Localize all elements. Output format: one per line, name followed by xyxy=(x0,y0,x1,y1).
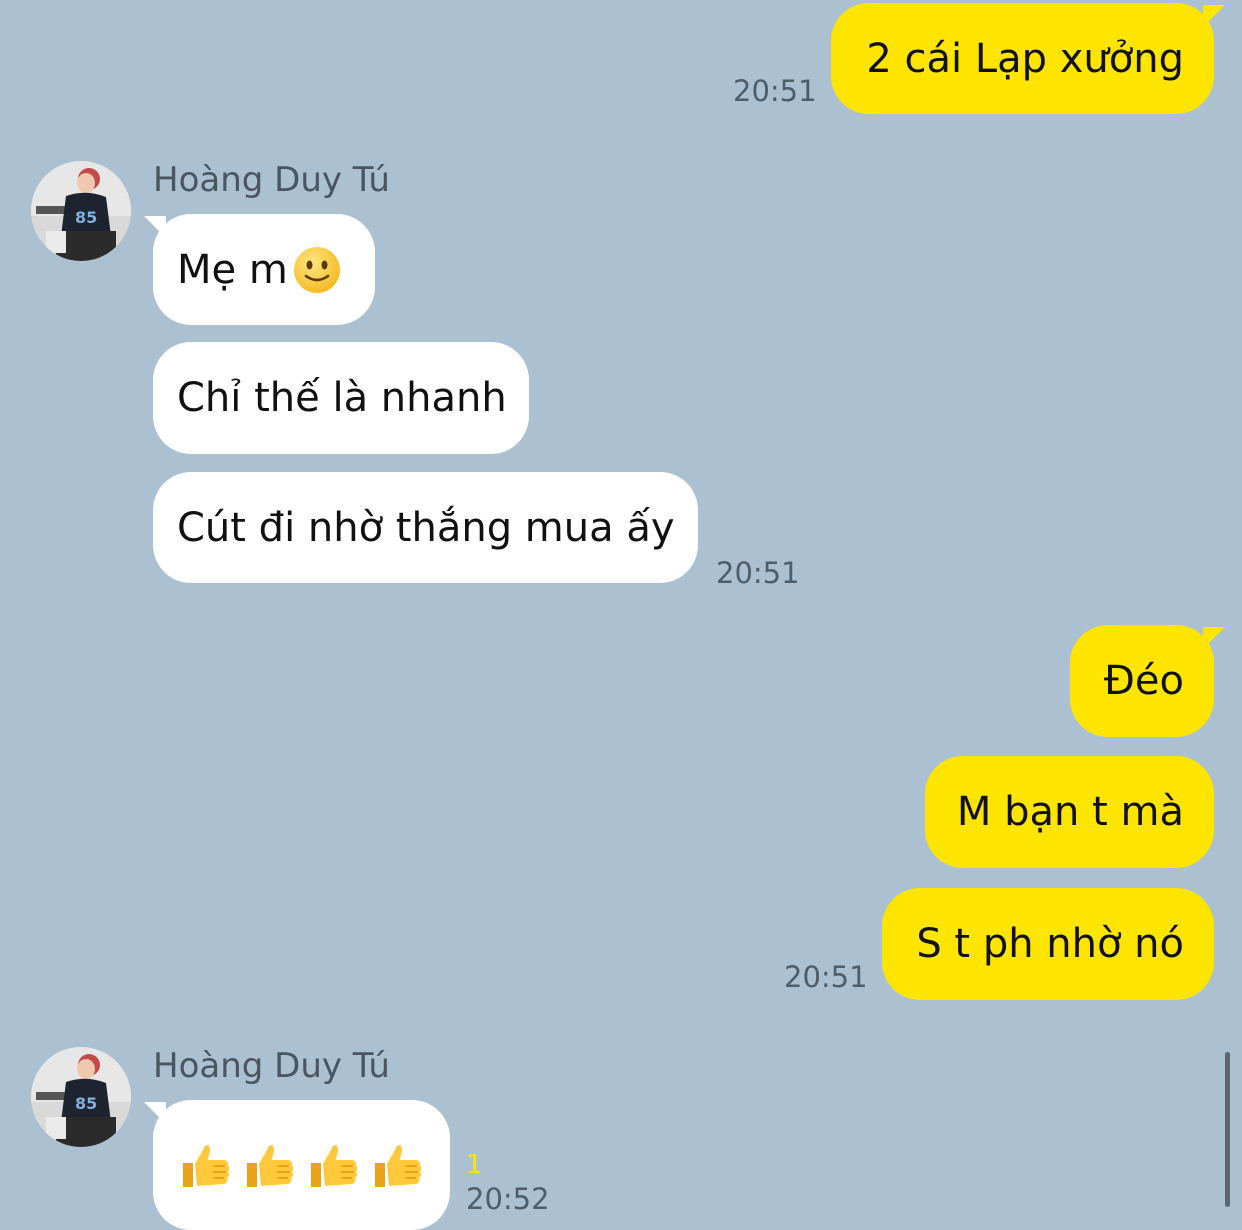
message-text: Đéo xyxy=(1103,658,1184,704)
smiling-face-icon xyxy=(293,246,340,293)
scrollbar[interactable] xyxy=(1225,1052,1230,1207)
sent-message-bubble[interactable]: 2 cái Lạp xưởng xyxy=(831,3,1214,114)
avatar[interactable]: 85 xyxy=(31,1047,131,1147)
thumbs-up-icon xyxy=(247,1145,294,1187)
message-time: 20:51 xyxy=(733,74,817,108)
message-time: 20:52 xyxy=(466,1182,550,1216)
thumbs-up-icon xyxy=(183,1145,230,1187)
thumbs-up-icon xyxy=(311,1145,358,1187)
sender-name: Hoàng Duy Tú xyxy=(153,160,390,200)
received-message-bubble[interactable]: Chỉ thế là nhanh xyxy=(153,342,529,454)
received-message-bubble[interactable]: Mẹ m xyxy=(153,214,375,325)
thumbs-up-emojis xyxy=(177,1137,425,1193)
sent-message-bubble[interactable]: Đéo xyxy=(1070,625,1214,737)
message-text: Cút đi nhờ thắng mua ấy xyxy=(177,504,675,551)
svg-text:85: 85 xyxy=(75,1094,97,1113)
thumbs-up-icon xyxy=(375,1145,422,1187)
sent-message-bubble[interactable]: M bạn t mà xyxy=(925,756,1214,868)
bubble-tail xyxy=(1203,5,1225,27)
message-time: 20:51 xyxy=(716,556,800,590)
sender-name: Hoàng Duy Tú xyxy=(153,1046,390,1086)
avatar[interactable]: 85 xyxy=(31,161,131,261)
bubble-tail xyxy=(1203,627,1225,649)
sent-message-bubble[interactable]: S t ph nhờ nó xyxy=(882,888,1214,1000)
message-text: 2 cái Lạp xưởng xyxy=(866,35,1184,82)
received-message-bubble[interactable] xyxy=(153,1100,450,1230)
message-text: S t ph nhờ nó xyxy=(916,921,1184,967)
message-time: 20:51 xyxy=(784,960,868,994)
message-text: Chỉ thế là nhanh xyxy=(177,375,507,421)
received-message-bubble[interactable]: Cút đi nhờ thắng mua ấy xyxy=(153,472,698,583)
unread-count: 1 xyxy=(466,1150,483,1180)
svg-text:85: 85 xyxy=(75,208,97,227)
message-text: Mẹ m xyxy=(177,246,288,293)
message-text: M bạn t mà xyxy=(956,789,1184,835)
